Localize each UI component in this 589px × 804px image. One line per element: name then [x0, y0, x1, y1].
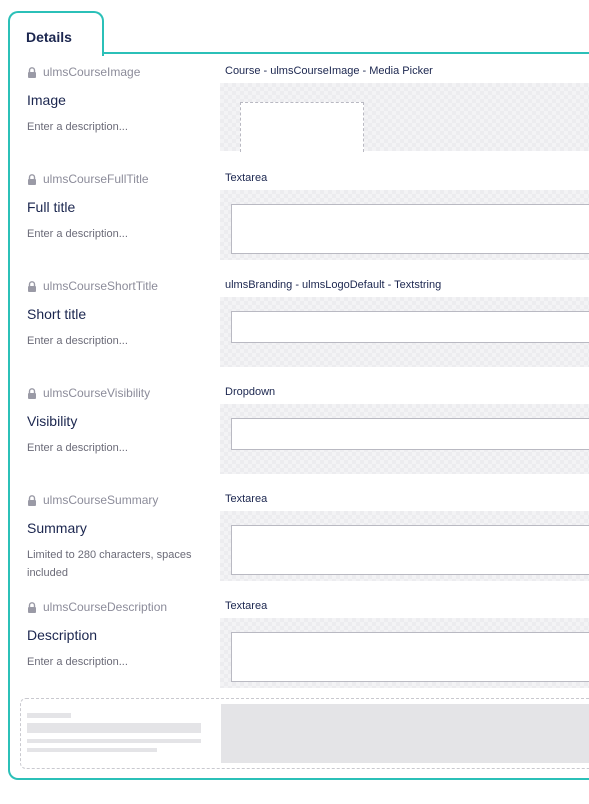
- property-description[interactable]: Enter a description...: [27, 653, 197, 671]
- property-alias-text: ulmsCourseDescription: [43, 600, 168, 614]
- property-label[interactable]: Full title: [27, 199, 75, 215]
- property-alias[interactable]: ulmsCourseDescription: [27, 600, 167, 614]
- property-alias[interactable]: ulmsCourseFullTitle: [27, 172, 149, 186]
- property-description[interactable]: Enter a description...: [27, 225, 197, 243]
- lock-icon[interactable]: [27, 494, 37, 506]
- property-short-title[interactable]: ulmsCourseShortTitle Short title Enter a…: [27, 279, 589, 374]
- textarea-preview: [231, 204, 589, 254]
- tab-connector: [10, 50, 102, 56]
- placeholder-editor-block: [221, 704, 589, 763]
- lock-icon[interactable]: [27, 173, 37, 185]
- editor-name: ulmsBranding - ulmsLogoDefault - Textstr…: [225, 279, 442, 291]
- property-description[interactable]: Enter a description...: [27, 332, 197, 350]
- lock-icon[interactable]: [27, 66, 37, 78]
- property-alias-text: ulmsCourseFullTitle: [43, 172, 149, 186]
- property-alias[interactable]: ulmsCourseVisibility: [27, 386, 150, 400]
- add-property-placeholder[interactable]: [20, 698, 589, 769]
- placeholder-line: [27, 723, 201, 733]
- lock-icon[interactable]: [27, 280, 37, 292]
- textarea-preview: [231, 632, 589, 682]
- textstring-preview: [231, 311, 589, 343]
- property-visibility[interactable]: ulmsCourseVisibility Visibility Enter a …: [27, 386, 589, 481]
- editor-name: Textarea: [225, 600, 268, 612]
- property-full-title[interactable]: ulmsCourseFullTitle Full title Enter a d…: [27, 172, 589, 267]
- property-description[interactable]: Enter a description...: [27, 439, 197, 457]
- dropdown-preview: [231, 418, 589, 450]
- property-alias-text: ulmsCourseSummary: [43, 493, 159, 507]
- property-alias-text: ulmsCourseImage: [43, 65, 141, 79]
- editor-name: Textarea: [225, 493, 268, 505]
- editor-name: Course - ulmsCourseImage - Media Picker: [225, 65, 433, 77]
- property-label[interactable]: Short title: [27, 306, 86, 322]
- property-description-field[interactable]: ulmsCourseDescription Description Enter …: [27, 600, 589, 695]
- property-alias[interactable]: ulmsCourseSummary: [27, 493, 158, 507]
- textarea-preview: [231, 525, 589, 575]
- property-alias[interactable]: ulmsCourseImage: [27, 65, 140, 79]
- editor-name: Textarea: [225, 172, 268, 184]
- placeholder-line: [27, 739, 201, 743]
- property-alias[interactable]: ulmsCourseShortTitle: [27, 279, 158, 293]
- media-picker-preview: [240, 102, 364, 152]
- property-description[interactable]: Enter a description...: [27, 118, 197, 136]
- placeholder-line: [27, 748, 157, 752]
- property-description[interactable]: Limited to 280 characters, spaces includ…: [27, 546, 197, 582]
- property-alias-text: ulmsCourseVisibility: [43, 386, 151, 400]
- property-label[interactable]: Summary: [27, 520, 87, 536]
- editor-name: Dropdown: [225, 386, 276, 398]
- property-label[interactable]: Description: [27, 627, 97, 643]
- lock-icon[interactable]: [27, 601, 37, 613]
- property-alias-text: ulmsCourseShortTitle: [43, 279, 158, 293]
- property-label[interactable]: Image: [27, 92, 66, 108]
- property-image[interactable]: ulmsCourseImage Image Enter a descriptio…: [27, 65, 589, 160]
- lock-icon[interactable]: [27, 387, 37, 399]
- placeholder-line: [27, 713, 71, 718]
- property-label[interactable]: Visibility: [27, 413, 77, 429]
- property-summary[interactable]: ulmsCourseSummary Summary Limited to 280…: [27, 493, 589, 588]
- tab-details-label: Details: [26, 29, 72, 45]
